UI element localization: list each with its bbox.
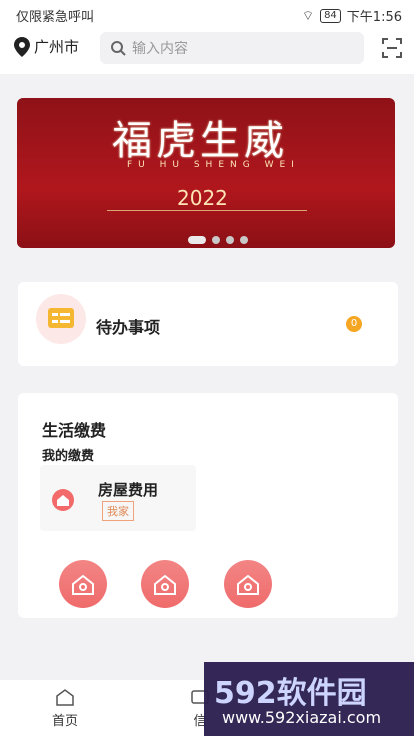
battery-indicator: 84 [320,8,341,23]
watermark-url: www.592xiazai.com [222,708,382,727]
banner-pagination[interactable] [188,236,248,244]
banner-subtitle: FU HU SHENG WEI [127,160,300,170]
search-placeholder: 输入内容 [132,41,188,57]
tab-home[interactable]: 首页 [52,688,78,729]
search-input[interactable]: 输入内容 [100,32,364,64]
quick-house-button[interactable] [224,560,272,608]
fee-tag: 我家 [102,501,134,521]
top-bar: 广州市 输入内容 [0,28,414,74]
pagination-dot[interactable] [226,236,234,244]
home-icon [56,689,74,706]
search-icon [111,41,126,56]
house-key-icon [72,574,94,595]
watermark-brand: 592软件园 [214,676,367,711]
todo-count-badge: 0 [346,316,362,332]
location-pin-icon [14,36,30,57]
location-selector[interactable]: 广州市 [14,36,79,57]
house-key-icon [154,574,176,595]
todo-list-icon [36,294,86,344]
status-bar: 仅限紧急呼叫 ⌔ 84 下午1:56 [0,0,414,28]
quick-house-button[interactable] [141,560,189,608]
status-right: ⌔ 84 下午1:56 [302,6,402,25]
todo-label: 待办事项 [96,318,161,337]
time: 下午1:56 [346,10,402,25]
house-fee-item[interactable]: 房屋费用 我家 [40,465,196,531]
banner-year: 2022 [177,186,228,210]
todo-card[interactable]: 待办事项 0 [18,282,398,366]
tab-home-label: 首页 [52,714,79,729]
quick-house-button[interactable] [59,560,107,608]
house-key-icon [237,574,259,595]
carrier-text: 仅限紧急呼叫 [16,10,95,25]
banner-divider [107,210,307,211]
pagination-dot[interactable] [240,236,248,244]
pagination-dot-active[interactable] [188,236,206,244]
payment-section-title: 生活缴费 [42,421,107,440]
scan-icon[interactable] [382,38,402,58]
pagination-dot[interactable] [212,236,220,244]
fee-name: 房屋费用 [98,481,159,499]
my-payments-label: 我的缴费 [42,449,95,464]
city-label: 广州市 [34,38,80,56]
watermark: 592软件园 www.592xiazai.com [204,662,414,736]
wifi-icon: ⌔ [301,8,315,24]
banner-title: 福虎生威 [112,118,288,164]
promo-banner[interactable]: 福虎生威 FU HU SHENG WEI 2022 [17,98,395,248]
house-icon [52,489,74,511]
